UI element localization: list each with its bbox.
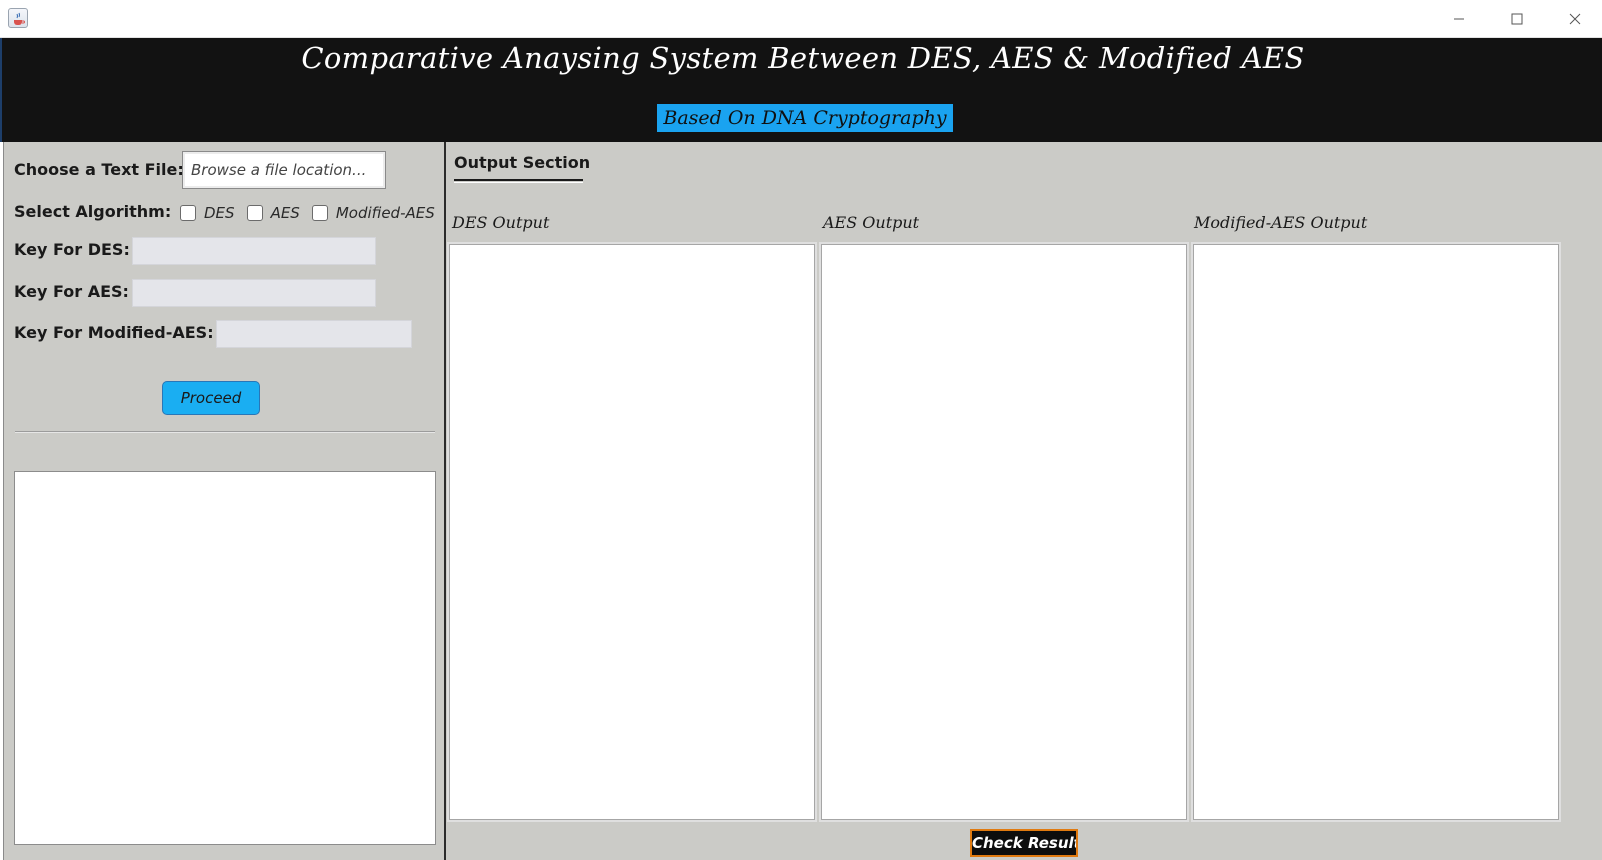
file-browse-field[interactable]: Browse a file location...	[182, 151, 386, 189]
key-des-label: Key For DES:	[14, 240, 130, 259]
app-header: Comparative Anaysing System Between DES,…	[0, 38, 1602, 142]
key-modified-aes-label: Key For Modified-AES:	[14, 323, 214, 342]
modified-aes-checkbox-label[interactable]: Modified-AES	[336, 204, 435, 222]
close-icon	[1569, 13, 1581, 25]
divider	[15, 431, 435, 433]
minimize-button[interactable]	[1430, 0, 1488, 38]
des-output-label: DES Output	[452, 213, 550, 232]
modified-aes-checkbox[interactable]	[311, 205, 328, 221]
page-title: Comparative Anaysing System Between DES,…	[301, 41, 1305, 75]
key-aes-label: Key For AES:	[14, 282, 129, 301]
minimize-icon	[1454, 18, 1464, 20]
file-label: Choose a Text File:	[14, 160, 184, 179]
window-titlebar[interactable]	[0, 0, 1602, 38]
input-panel: Choose a Text File: Browse a file locati…	[3, 142, 446, 860]
key-des-field[interactable]	[132, 237, 376, 265]
log-textarea[interactable]	[14, 471, 436, 845]
key-aes-field[interactable]	[132, 279, 376, 307]
close-button[interactable]	[1546, 0, 1602, 38]
modified-aes-output-textarea[interactable]	[1193, 244, 1559, 820]
des-checkbox[interactable]	[180, 205, 196, 221]
algorithm-options: DES AES Modified-AES	[180, 201, 435, 225]
maximize-button[interactable]	[1488, 0, 1546, 38]
check-result-button[interactable]: Check Result	[970, 829, 1078, 857]
proceed-button[interactable]: Proceed	[162, 381, 260, 415]
page-subtitle: Based On DNA Cryptography	[657, 104, 953, 132]
maximize-icon	[1511, 13, 1523, 25]
modified-aes-output-label: Modified-AES Output	[1194, 213, 1368, 232]
des-checkbox-label[interactable]: DES	[204, 204, 235, 222]
aes-checkbox[interactable]	[246, 205, 263, 221]
java-cup-icon	[8, 8, 28, 28]
algorithm-label: Select Algorithm:	[14, 202, 172, 221]
aes-output-textarea[interactable]	[821, 244, 1187, 820]
output-panel: Output Section DES Output AES Output Mod…	[446, 142, 1602, 860]
aes-output-label: AES Output	[823, 213, 920, 232]
key-modified-aes-field[interactable]	[216, 320, 412, 348]
des-output-textarea[interactable]	[449, 244, 815, 820]
output-title-underline	[454, 179, 583, 183]
output-section-title: Output Section	[454, 153, 591, 172]
aes-checkbox-label[interactable]: AES	[271, 204, 300, 222]
